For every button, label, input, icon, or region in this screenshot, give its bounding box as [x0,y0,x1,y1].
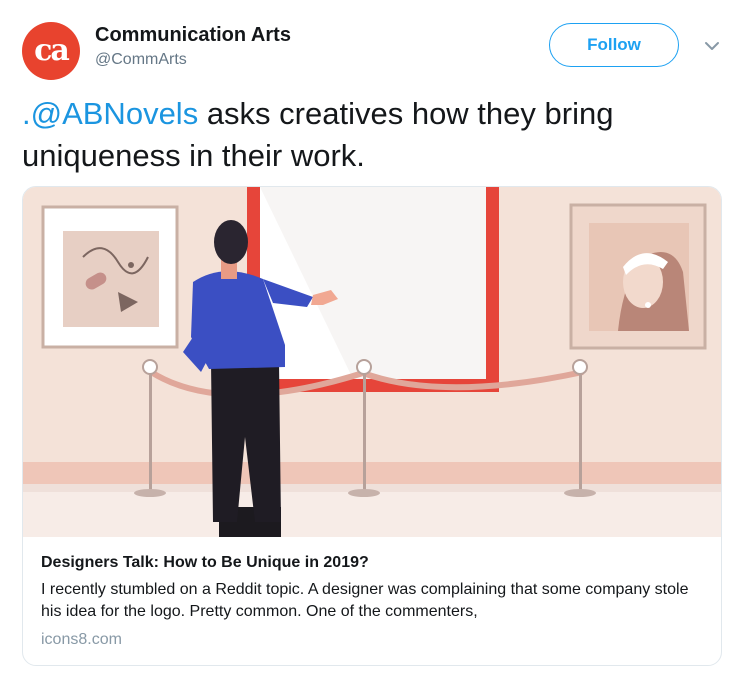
tweet-text: .@ABNovels asks creatives how they bring… [22,93,722,177]
card-body[interactable]: Designers Talk: How to Be Unique in 2019… [23,537,721,651]
avatar-logo: ca [34,33,70,68]
card-domain[interactable]: icons8.com [41,629,721,651]
card-description: I recently stumbled on a Reddit topic. A… [41,581,689,620]
follow-button[interactable]: Follow [549,23,679,67]
mention-link[interactable]: .@ABNovels [22,96,198,131]
card-title[interactable]: Designers Talk: How to Be Unique in 2019… [41,553,721,573]
chevron-down-icon[interactable] [700,36,724,56]
tweet: ca Communication Arts @CommArts Follow .… [0,0,746,683]
link-card[interactable]: Designers Talk: How to Be Unique in 2019… [22,186,722,666]
account-handle[interactable]: @CommArts [95,51,187,69]
account-name[interactable]: Communication Arts [95,24,291,47]
card-image[interactable] [23,187,722,537]
avatar[interactable]: ca [22,22,80,80]
